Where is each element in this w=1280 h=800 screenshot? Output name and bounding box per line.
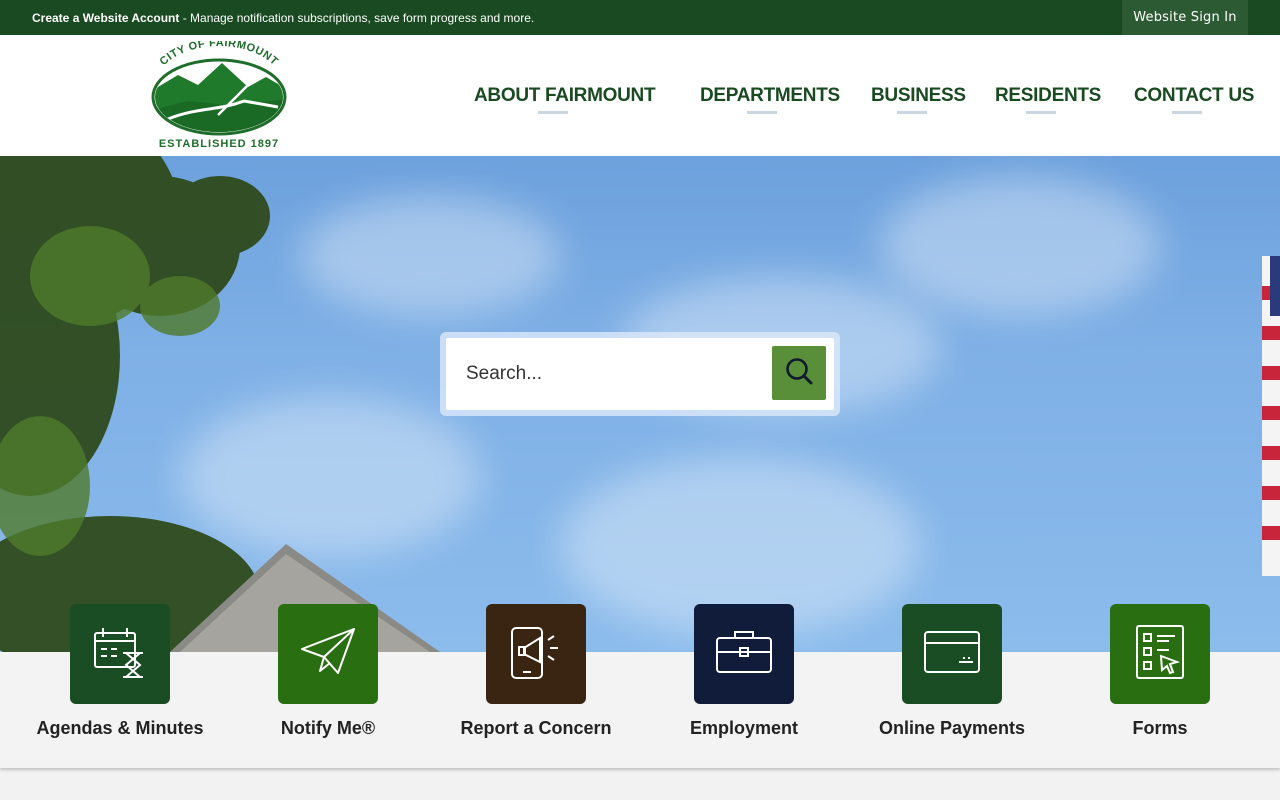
website-sign-in-button[interactable]: Website Sign In — [1122, 0, 1248, 35]
phone-megaphone-icon — [508, 624, 564, 685]
quick-link-online-payments[interactable] — [902, 604, 1002, 704]
create-account-message[interactable]: Create a Website Account - Manage notifi… — [32, 11, 534, 25]
search-button[interactable] — [772, 346, 826, 400]
quick-link-report-concern[interactable] — [486, 604, 586, 704]
nav-business[interactable]: BUSINESS — [871, 85, 966, 107]
briefcase-icon — [715, 628, 773, 681]
nav-label: BUSINESS — [871, 84, 966, 107]
create-account-link[interactable]: Create a Website Account — [32, 11, 179, 25]
city-seal-logo[interactable]: CITY OF FAIRMOUNT ESTABLISHED 1897 — [148, 37, 290, 153]
nav-underline — [538, 111, 568, 114]
quick-links-strip — [0, 652, 1280, 768]
search-icon — [784, 356, 814, 391]
search-input[interactable] — [466, 356, 756, 392]
nav-underline — [1172, 111, 1202, 114]
quick-link-label[interactable]: Employment — [644, 718, 844, 739]
quick-link-label[interactable]: Agendas & Minutes — [20, 718, 220, 739]
nav-underline — [747, 111, 777, 114]
quick-link-label[interactable]: Online Payments — [852, 718, 1052, 739]
paper-plane-icon — [300, 627, 356, 682]
checklist-form-icon — [1135, 624, 1185, 685]
quick-link-label[interactable]: Notify Me® — [228, 718, 428, 739]
site-header: CITY OF FAIRMOUNT ESTABLISHED 1897 ABOUT… — [0, 35, 1280, 156]
quick-link-label[interactable]: Forms — [1060, 718, 1260, 739]
quick-link-employment[interactable] — [694, 604, 794, 704]
nav-departments[interactable]: DEPARTMENTS — [700, 85, 840, 107]
quick-link-forms[interactable] — [1110, 604, 1210, 704]
quick-link-label[interactable]: Report a Concern — [436, 718, 636, 739]
nav-residents[interactable]: RESIDENTS — [995, 85, 1101, 107]
logo-bottom-text: ESTABLISHED 1897 — [159, 138, 279, 150]
nav-about-fairmount[interactable]: ABOUT FAIRMOUNT — [474, 84, 656, 107]
quick-link-agendas-minutes[interactable] — [70, 604, 170, 704]
nav-label: ABOUT FAIRMOUNT — [474, 84, 656, 107]
top-notification-bar: Create a Website Account - Manage notifi… — [0, 0, 1280, 35]
quick-link-notify-me[interactable] — [278, 604, 378, 704]
nav-underline — [1026, 111, 1056, 114]
credit-card-icon — [923, 630, 981, 679]
nav-contact-us[interactable]: CONTACT US — [1134, 85, 1254, 107]
nav-underline — [897, 111, 927, 114]
nav-label: DEPARTMENTS — [700, 84, 840, 107]
nav-label: CONTACT US — [1134, 84, 1255, 107]
calendar-hourglass-icon — [93, 625, 147, 684]
create-account-description: - Manage notification subscriptions, sav… — [179, 11, 535, 25]
nav-label: RESIDENTS — [995, 84, 1102, 107]
